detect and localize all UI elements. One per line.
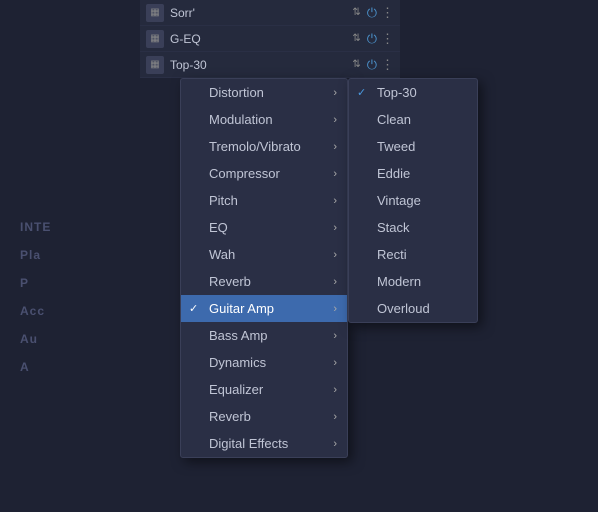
bar-top30: ▦ Top-30 ⇅ ⏻ ⋮ <box>140 52 400 78</box>
menu-item-eq-arrow: › <box>333 222 337 234</box>
menu-item-pitch-arrow: › <box>333 195 337 207</box>
menu-item-digital-effects-label: Digital Effects <box>209 436 288 451</box>
bar-sorr: ▦ Sorr' ⇅ ⏻ ⋮ <box>140 0 400 26</box>
submenu-item-tweed-label: Tweed <box>377 139 415 154</box>
submenu-item-top30-check: ✓ <box>357 86 366 99</box>
menu-item-eq-label: EQ <box>209 220 228 235</box>
bar-sorr-icon: ▦ <box>146 4 164 22</box>
bg-line-3: P <box>20 276 160 290</box>
bg-line-5: Au <box>20 332 160 346</box>
menu-item-reverb1-arrow: › <box>333 276 337 288</box>
submenu-item-modern[interactable]: Modern <box>349 268 477 295</box>
submenu-item-top30-label: Top-30 <box>377 85 417 100</box>
top-bars: ▦ Sorr' ⇅ ⏻ ⋮ ▦ G-EQ ⇅ ⏻ ⋮ ▦ Top-30 ⇅ ⏻ … <box>140 0 400 78</box>
menu-item-reverb2[interactable]: Reverb › <box>181 403 347 430</box>
menu-item-eq[interactable]: EQ › <box>181 214 347 241</box>
menu-item-reverb1[interactable]: Reverb › <box>181 268 347 295</box>
submenu-item-modern-label: Modern <box>377 274 421 289</box>
submenu-item-recti-label: Recti <box>377 247 407 262</box>
bar-geq-icon: ▦ <box>146 30 164 48</box>
bar-sorr-label: Sorr' <box>170 6 352 20</box>
main-dropdown-menu: Distortion › Modulation › Tremolo/Vibrat… <box>180 78 348 458</box>
bg-line-1: INTE <box>20 220 160 234</box>
menu-item-bass-amp[interactable]: Bass Amp › <box>181 322 347 349</box>
submenu-item-top30[interactable]: ✓ Top-30 <box>349 79 477 106</box>
menu-item-pitch-label: Pitch <box>209 193 238 208</box>
submenu-item-recti[interactable]: Recti <box>349 241 477 268</box>
guitar-amp-submenu: ✓ Top-30 Clean Tweed Eddie Vintage Stack… <box>348 78 478 323</box>
bg-line-6: A <box>20 360 160 374</box>
bar-sorr-power[interactable]: ⏻ <box>367 5 377 21</box>
menu-item-dynamics-label: Dynamics <box>209 355 266 370</box>
submenu-item-eddie[interactable]: Eddie <box>349 160 477 187</box>
menu-item-reverb1-label: Reverb <box>209 274 251 289</box>
submenu-item-clean[interactable]: Clean <box>349 106 477 133</box>
bg-line-2: Pla <box>20 248 160 262</box>
bar-top30-power[interactable]: ⏻ <box>367 57 377 73</box>
bar-sorr-arrows[interactable]: ⇅ <box>352 7 360 18</box>
background-content: INTE Pla P Acc Au A <box>0 200 180 408</box>
menu-item-guitar-amp-check: ✓ <box>189 302 198 315</box>
menu-item-guitar-amp-label: Guitar Amp <box>209 301 274 316</box>
submenu-item-clean-label: Clean <box>377 112 411 127</box>
menu-item-wah-label: Wah <box>209 247 235 262</box>
submenu-item-eddie-label: Eddie <box>377 166 410 181</box>
menu-item-guitar-amp-arrow: › <box>333 303 337 315</box>
menu-item-reverb2-arrow: › <box>333 411 337 423</box>
bar-geq-power[interactable]: ⏻ <box>367 31 377 47</box>
bar-geq-dots[interactable]: ⋮ <box>381 31 394 47</box>
submenu-item-stack[interactable]: Stack <box>349 214 477 241</box>
menu-item-bass-amp-arrow: › <box>333 330 337 342</box>
bar-geq-label: G-EQ <box>170 32 352 46</box>
menu-item-modulation-label: Modulation <box>209 112 273 127</box>
bar-top30-arrows[interactable]: ⇅ <box>352 59 360 70</box>
menu-item-digital-effects-arrow: › <box>333 438 337 450</box>
submenu-item-vintage-label: Vintage <box>377 193 421 208</box>
menu-item-equalizer[interactable]: Equalizer › <box>181 376 347 403</box>
menu-item-compressor-arrow: › <box>333 168 337 180</box>
menu-item-pitch[interactable]: Pitch › <box>181 187 347 214</box>
bar-top30-icon: ▦ <box>146 56 164 74</box>
menu-item-digital-effects[interactable]: Digital Effects › <box>181 430 347 457</box>
menu-item-dynamics[interactable]: Dynamics › <box>181 349 347 376</box>
menu-item-compressor[interactable]: Compressor › <box>181 160 347 187</box>
menu-item-reverb2-label: Reverb <box>209 409 251 424</box>
menu-item-distortion[interactable]: Distortion › <box>181 79 347 106</box>
submenu-item-overloud[interactable]: Overloud <box>349 295 477 322</box>
menu-item-equalizer-label: Equalizer <box>209 382 263 397</box>
bar-sorr-dots[interactable]: ⋮ <box>381 5 394 21</box>
bar-top30-dots[interactable]: ⋮ <box>381 57 394 73</box>
submenu-item-overloud-label: Overloud <box>377 301 430 316</box>
submenu-item-vintage[interactable]: Vintage <box>349 187 477 214</box>
submenu-item-tweed[interactable]: Tweed <box>349 133 477 160</box>
menu-item-compressor-label: Compressor <box>209 166 280 181</box>
menu-item-tremolo-arrow: › <box>333 141 337 153</box>
menu-item-equalizer-arrow: › <box>333 384 337 396</box>
menu-item-modulation-arrow: › <box>333 114 337 126</box>
submenu-item-stack-label: Stack <box>377 220 410 235</box>
bar-geq-arrows[interactable]: ⇅ <box>352 33 360 44</box>
bar-geq: ▦ G-EQ ⇅ ⏻ ⋮ <box>140 26 400 52</box>
bar-top30-label: Top-30 <box>170 58 352 72</box>
menu-item-wah[interactable]: Wah › <box>181 241 347 268</box>
menu-item-wah-arrow: › <box>333 249 337 261</box>
menu-item-tremolo-label: Tremolo/Vibrato <box>209 139 301 154</box>
menu-item-modulation[interactable]: Modulation › <box>181 106 347 133</box>
menu-item-guitar-amp[interactable]: ✓ Guitar Amp › <box>181 295 347 322</box>
bg-line-4: Acc <box>20 304 160 318</box>
menu-item-distortion-label: Distortion <box>209 85 264 100</box>
menu-item-tremolo[interactable]: Tremolo/Vibrato › <box>181 133 347 160</box>
menu-item-distortion-arrow: › <box>333 87 337 99</box>
menu-item-bass-amp-label: Bass Amp <box>209 328 268 343</box>
menu-item-dynamics-arrow: › <box>333 357 337 369</box>
